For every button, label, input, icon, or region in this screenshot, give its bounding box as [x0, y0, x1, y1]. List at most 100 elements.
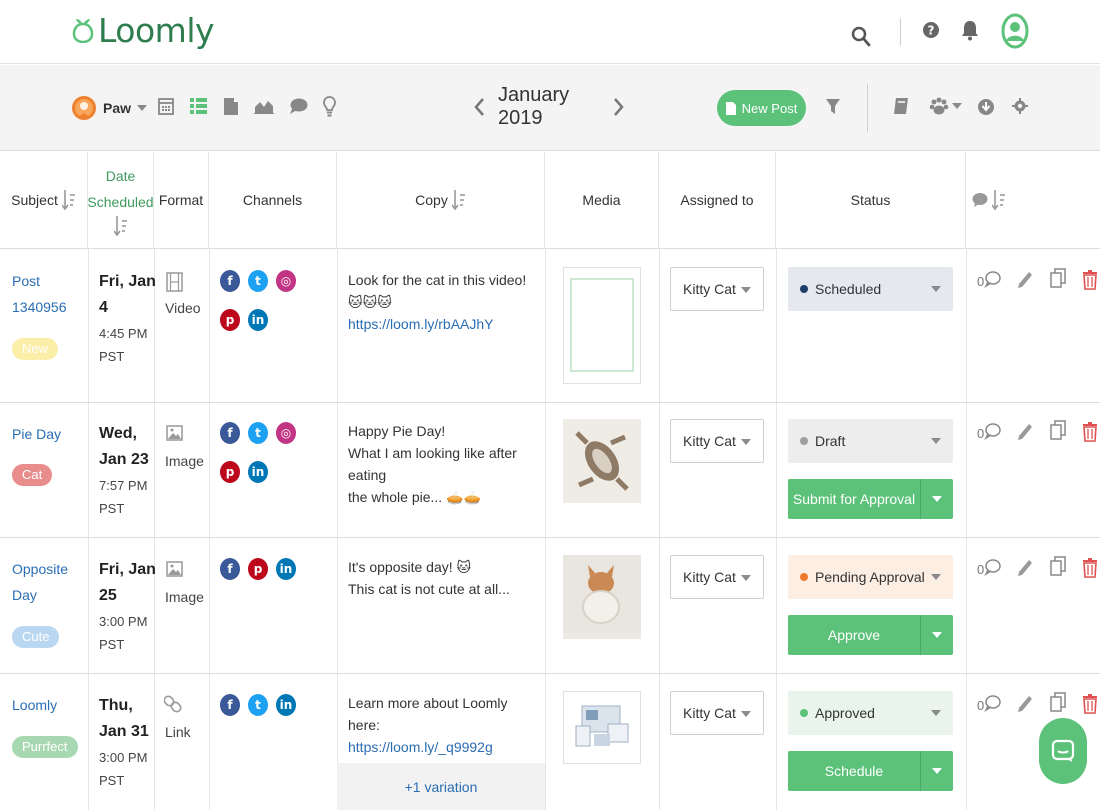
- comment-icon[interactable]: [983, 694, 1001, 712]
- status-select[interactable]: Pending Approval: [788, 555, 953, 599]
- edit-pencil-icon[interactable]: [1017, 270, 1033, 290]
- chat-support-button[interactable]: [1039, 718, 1087, 784]
- previous-month-icon[interactable]: [473, 97, 485, 117]
- column-header-date[interactable]: Date Scheduled: [87, 152, 154, 249]
- comments-icon[interactable]: [289, 98, 308, 115]
- post-tag[interactable]: Cat: [12, 464, 53, 486]
- status-select[interactable]: Draft: [788, 419, 953, 463]
- instagram-icon[interactable]: ◎: [276, 270, 296, 292]
- post-subject-link[interactable]: Pie Day: [12, 421, 61, 447]
- pinterest-icon[interactable]: p: [220, 309, 240, 331]
- comment-icon[interactable]: [983, 422, 1001, 440]
- list-view-icon[interactable]: [190, 98, 207, 114]
- sort-icon[interactable]: [61, 189, 76, 211]
- post-tag[interactable]: Cute: [12, 626, 60, 648]
- duplicate-icon[interactable]: [1050, 692, 1067, 714]
- calendar-switcher[interactable]: Paw: [71, 92, 148, 124]
- twitter-icon[interactable]: t: [248, 270, 268, 292]
- instagram-icon[interactable]: ◎: [276, 422, 296, 444]
- post-subject-link[interactable]: Post 1340956: [12, 268, 67, 320]
- chevron-down-icon[interactable]: [921, 768, 953, 774]
- pinterest-icon[interactable]: p: [248, 558, 268, 580]
- status-select[interactable]: Scheduled: [788, 267, 953, 311]
- status-select[interactable]: Approved: [788, 691, 953, 735]
- column-header-copy[interactable]: Copy: [337, 152, 545, 249]
- row-divider: [0, 673, 1100, 674]
- duplicate-icon[interactable]: [1050, 556, 1067, 578]
- trash-icon[interactable]: [1083, 694, 1097, 714]
- next-month-icon[interactable]: [613, 97, 625, 117]
- team-menu[interactable]: [929, 96, 962, 116]
- user-avatar-icon[interactable]: [1001, 13, 1029, 49]
- sort-icon[interactable]: [113, 215, 128, 237]
- sort-icon[interactable]: [451, 189, 466, 211]
- download-icon[interactable]: [977, 98, 995, 116]
- variation-link[interactable]: +1 variation: [337, 763, 545, 810]
- pinterest-icon[interactable]: p: [220, 461, 240, 483]
- bell-icon[interactable]: [961, 19, 979, 41]
- settings-icon[interactable]: [1012, 98, 1028, 114]
- media-thumbnail[interactable]: [563, 419, 641, 503]
- submit-for-approval-button[interactable]: Submit for Approval: [788, 479, 953, 519]
- media-thumbnail[interactable]: [563, 555, 641, 639]
- linkedin-icon[interactable]: in: [276, 694, 296, 716]
- link-icon: [164, 695, 182, 713]
- calendar-icon[interactable]: [158, 96, 174, 116]
- search-icon[interactable]: [851, 25, 871, 47]
- column-header-comments[interactable]: [966, 152, 1100, 249]
- chevron-down-icon: [741, 439, 751, 445]
- facebook-icon[interactable]: f: [220, 270, 240, 292]
- duplicate-icon[interactable]: [1050, 268, 1067, 290]
- twitter-icon[interactable]: t: [248, 422, 268, 444]
- assignee-select[interactable]: Kitty Cat: [670, 419, 764, 463]
- post-copy[interactable]: Learn more about Loomly here: https://lo…: [348, 692, 538, 758]
- facebook-icon[interactable]: f: [220, 422, 240, 444]
- facebook-icon[interactable]: f: [220, 694, 240, 716]
- help-icon[interactable]: ?: [922, 20, 940, 40]
- edit-pencil-icon[interactable]: [1017, 694, 1033, 714]
- sort-icon[interactable]: [992, 189, 1006, 211]
- post-subject-link[interactable]: Opposite Day: [12, 556, 68, 608]
- media-thumbnail[interactable]: [563, 267, 641, 384]
- column-header-format: Format: [154, 152, 209, 249]
- lightbulb-icon[interactable]: [323, 96, 336, 117]
- linkedin-icon[interactable]: in: [248, 461, 268, 483]
- media-thumbnail[interactable]: [563, 691, 641, 764]
- post-copy[interactable]: Happy Pie Day! What I am looking like af…: [348, 420, 538, 508]
- post-subject-link[interactable]: Loomly: [12, 692, 57, 718]
- loomly-logo[interactable]: Loomly: [72, 10, 215, 50]
- filter-icon[interactable]: [826, 99, 840, 115]
- comment-icon[interactable]: [983, 558, 1001, 576]
- post-copy[interactable]: Look for the cat in this video! 🐱🐱🐱 http…: [348, 269, 538, 335]
- approve-button[interactable]: Approve: [788, 615, 953, 655]
- analytics-icon[interactable]: [254, 98, 274, 114]
- new-post-button[interactable]: New Post: [717, 90, 806, 126]
- post-tag[interactable]: Purrfect: [12, 736, 78, 758]
- post-tag[interactable]: New: [12, 338, 59, 360]
- edit-pencil-icon[interactable]: [1017, 422, 1033, 442]
- facebook-icon[interactable]: f: [220, 558, 240, 580]
- chevron-down-icon[interactable]: [921, 632, 953, 638]
- linkedin-icon[interactable]: in: [276, 558, 296, 580]
- column-header-subject[interactable]: Subject: [0, 152, 88, 249]
- column-divider: [659, 249, 660, 810]
- edit-pencil-icon[interactable]: [1017, 558, 1033, 578]
- post-time: 3:00 PM PST: [99, 614, 148, 652]
- trash-icon[interactable]: [1083, 270, 1097, 290]
- duplicate-icon[interactable]: [1050, 420, 1067, 442]
- post-ideas-icon[interactable]: [224, 96, 238, 116]
- chevron-down-icon[interactable]: [921, 496, 953, 502]
- library-icon[interactable]: [893, 97, 909, 115]
- cat-photo: [563, 419, 641, 503]
- post-copy[interactable]: It's opposite day! 🐱 This cat is not cut…: [348, 556, 538, 600]
- trash-icon[interactable]: [1083, 422, 1097, 442]
- column-divider: [966, 249, 967, 810]
- assignee-select[interactable]: Kitty Cat: [670, 267, 764, 311]
- linkedin-icon[interactable]: in: [248, 309, 268, 331]
- assignee-select[interactable]: Kitty Cat: [670, 691, 764, 735]
- twitter-icon[interactable]: t: [248, 694, 268, 716]
- assignee-select[interactable]: Kitty Cat: [670, 555, 764, 599]
- comment-icon[interactable]: [983, 270, 1001, 288]
- schedule-button[interactable]: Schedule: [788, 751, 953, 791]
- trash-icon[interactable]: [1083, 558, 1097, 578]
